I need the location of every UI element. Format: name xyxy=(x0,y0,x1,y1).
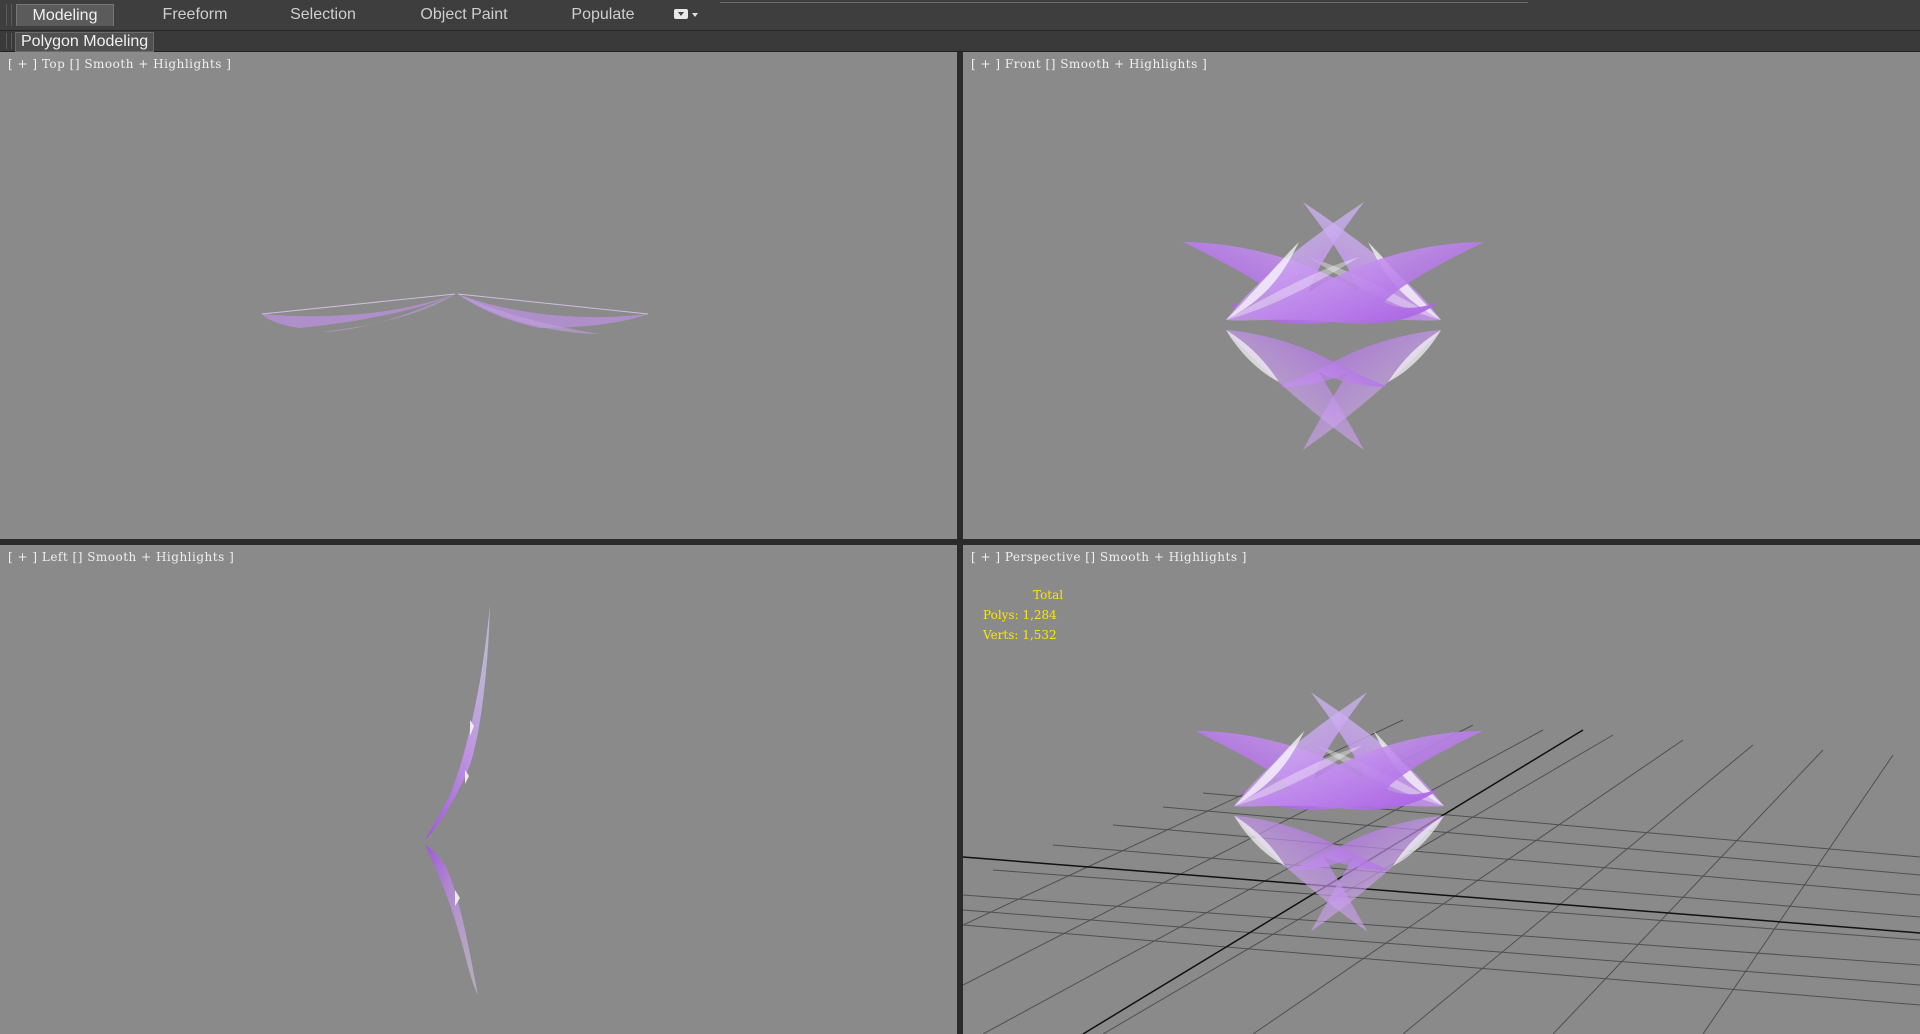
tab-freeform[interactable]: Freeform xyxy=(140,4,250,26)
ribbon-menu-icon xyxy=(674,9,688,19)
viewport-horizontal-splitter[interactable] xyxy=(0,539,1920,545)
polygon-modeling-panel-button[interactable]: Polygon Modeling xyxy=(15,32,155,52)
viewport-perspective[interactable]: [ + ] Perspective [] Smooth + Highlights… xyxy=(963,545,1920,1034)
viewport-left[interactable]: [ + ] Left [] Smooth + Highlights ] xyxy=(0,545,957,1034)
tab-object-paint[interactable]: Object Paint xyxy=(402,4,526,26)
tab-modeling[interactable]: Modeling xyxy=(16,4,114,26)
chevron-down-icon xyxy=(692,13,698,17)
wings-front-view xyxy=(1183,202,1484,450)
perspective-grid-and-wings xyxy=(963,692,1920,1034)
ribbon-tab-bar: Modeling Freeform Selection Object Paint… xyxy=(0,0,1920,31)
toolbar-grip[interactable] xyxy=(6,4,12,26)
ribbon-options-button[interactable] xyxy=(674,7,702,23)
tab-selection[interactable]: Selection xyxy=(268,4,378,26)
ribbon-divider xyxy=(720,2,1528,3)
tab-populate[interactable]: Populate xyxy=(548,4,658,26)
wings-top-view xyxy=(261,293,649,334)
viewport-front[interactable]: [ + ] Front [] Smooth + Highlights ] xyxy=(963,52,1920,539)
ribbon-panel-bar: Polygon Modeling xyxy=(0,31,1920,52)
panel-grip[interactable] xyxy=(6,33,12,49)
viewport-top[interactable]: [ + ] Top [] Smooth + Highlights ] xyxy=(0,52,957,539)
wings-side-view xyxy=(425,605,490,995)
